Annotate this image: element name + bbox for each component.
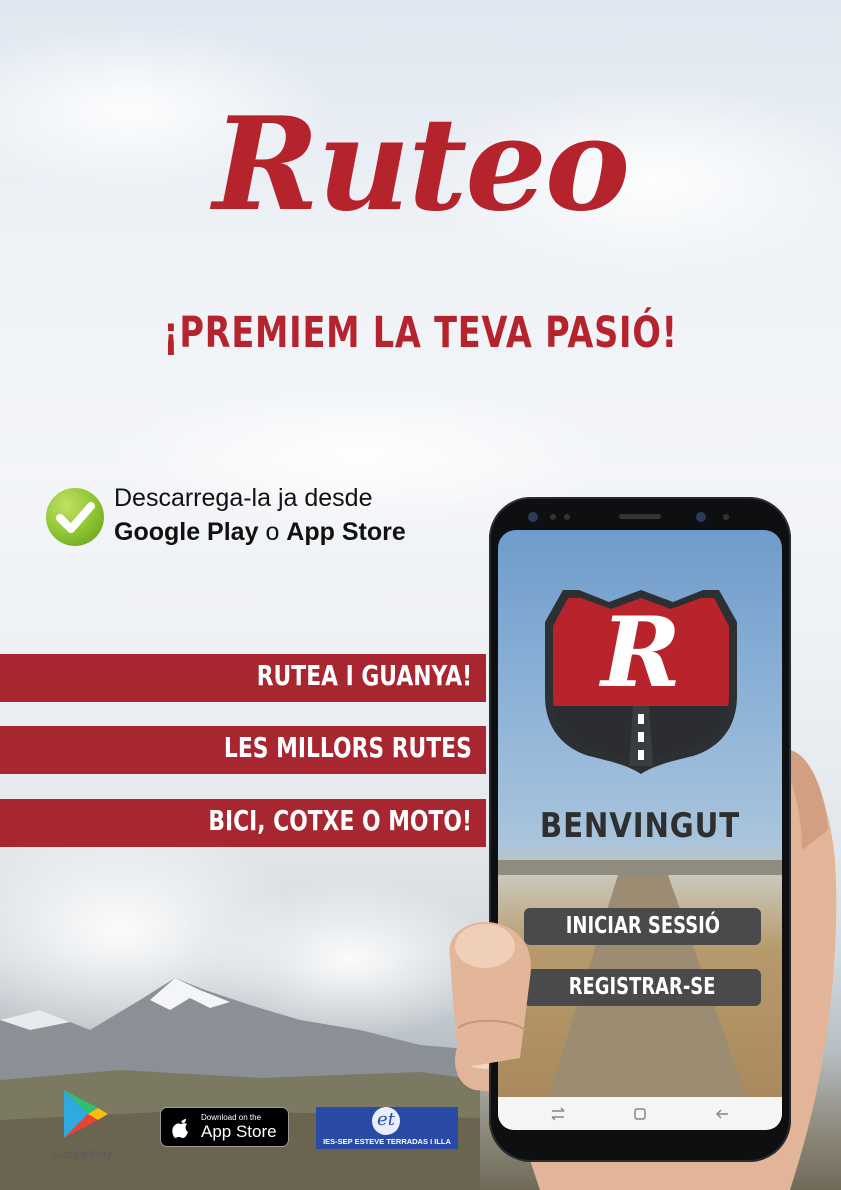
welcome-title: BENVINGUT <box>539 806 741 846</box>
recent-apps-icon[interactable] <box>550 1106 566 1122</box>
banner-1: RUTEA I GUANYA! <box>0 654 486 702</box>
banner-2: LES MILLORS RUTES <box>0 726 486 774</box>
apple-icon <box>172 1119 188 1138</box>
thumb-image <box>449 922 531 1068</box>
google-play-badge[interactable]: Google Play <box>52 1088 118 1168</box>
connector: o <box>265 518 280 546</box>
slogan: ¡PREMIEM LA TEVA PASIÓ! <box>163 308 678 358</box>
back-icon[interactable] <box>714 1106 730 1122</box>
school-logo-mark: et <box>372 1107 400 1135</box>
download-text: Descarrega-la ja desde <box>114 484 373 512</box>
school-logo: et IES-SEP ESTEVE TERRADAS I ILLA <box>316 1107 458 1149</box>
check-icon <box>46 488 104 546</box>
register-button[interactable]: REGISTRAR-SE <box>524 969 761 1006</box>
login-button-label: INICIAR SESSIÓ <box>565 913 720 939</box>
store-google-play: Google Play <box>114 518 259 546</box>
google-play-label: Google Play <box>52 1149 112 1161</box>
school-name: IES-SEP ESTEVE TERRADAS I ILLA <box>323 1137 451 1146</box>
banner-label: RUTEA I GUANYA! <box>256 659 472 692</box>
android-navbar <box>498 1097 782 1130</box>
store-app-store: App Store <box>286 518 406 546</box>
app-store-big-text: App Store <box>201 1122 277 1141</box>
download-stores: Google Play o App Store <box>114 518 406 547</box>
app-store-badge[interactable]: Download on the App Store <box>160 1107 289 1147</box>
app-store-small-text: Download on the <box>201 1113 262 1122</box>
banner-3: BICI, COTXE O MOTO! <box>0 799 486 847</box>
login-button[interactable]: INICIAR SESSIÓ <box>524 908 761 945</box>
logo-letter: R <box>601 596 681 709</box>
google-play-icon <box>64 1090 108 1138</box>
home-icon[interactable] <box>632 1106 648 1122</box>
brand-logo: Ruteo <box>212 90 630 240</box>
register-button-label: REGISTRAR-SE <box>569 974 716 1000</box>
download-callout: Descarrega-la ja desde Google Play o App… <box>46 484 486 554</box>
